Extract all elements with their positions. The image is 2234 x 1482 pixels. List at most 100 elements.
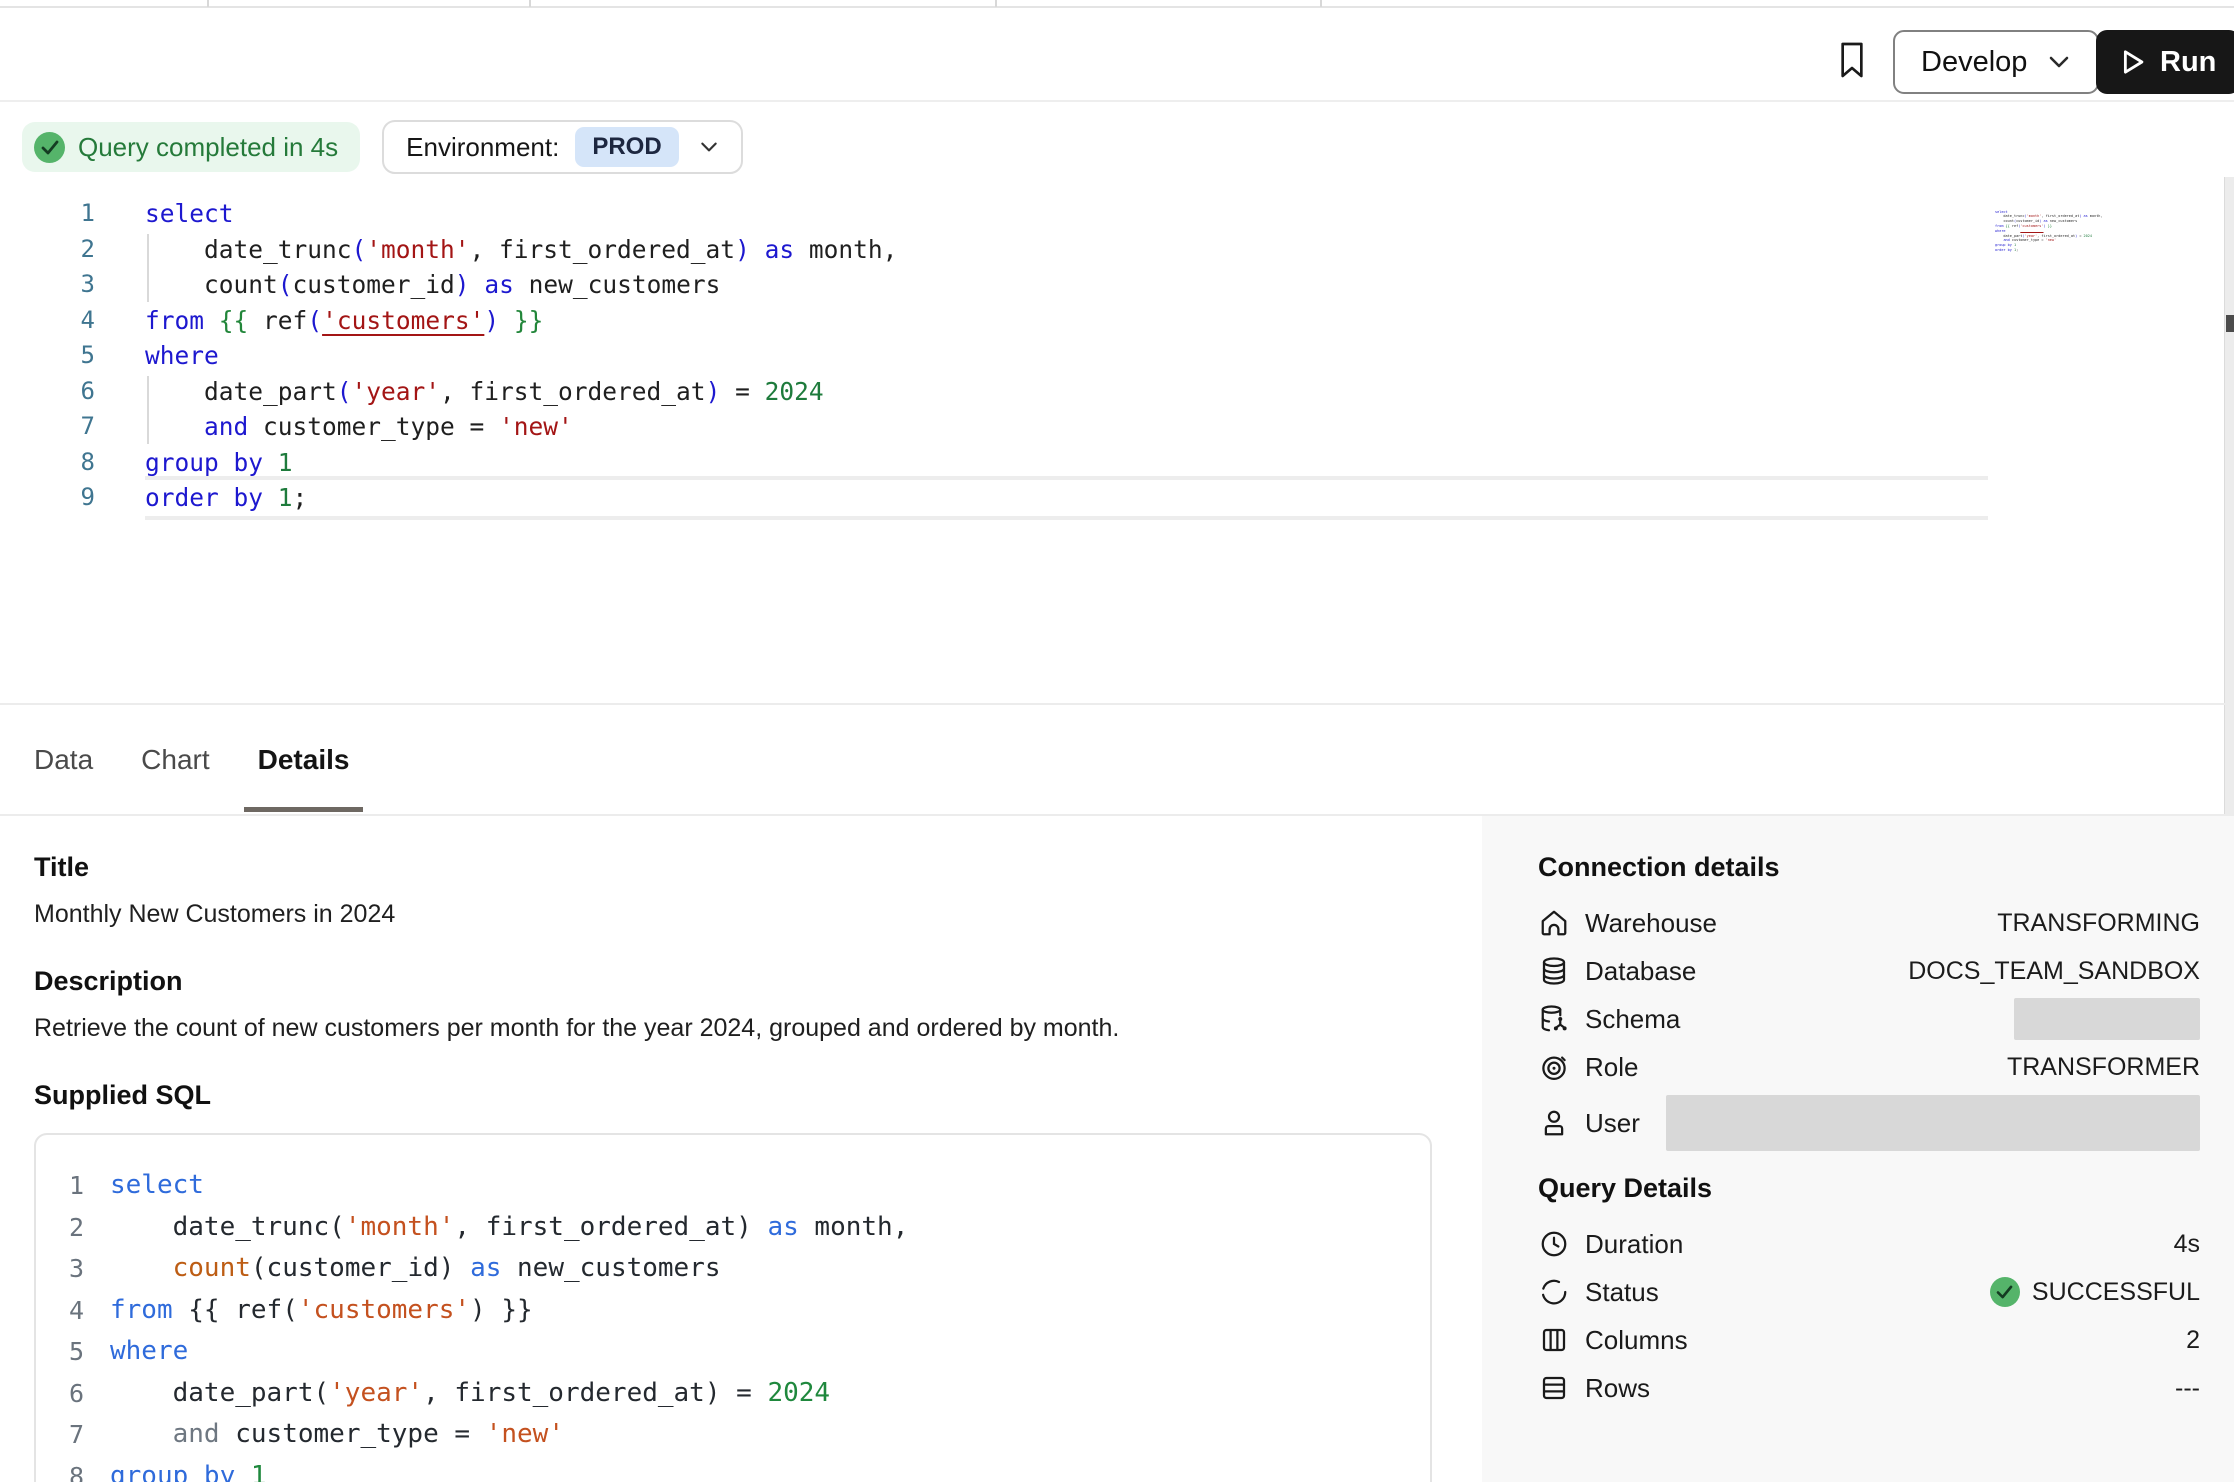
query-details-rows: Duration 4s Status SUCCESSFUL Columns 2 Rows --… — [1538, 1220, 2200, 1412]
environment-label: Environment: — [406, 132, 559, 163]
code-line[interactable]: 1select — [0, 196, 2215, 232]
success-check-icon — [1990, 1277, 2020, 1307]
section-gap — [1538, 1155, 2200, 1173]
warehouse-icon — [1538, 907, 1570, 939]
editor-lines[interactable]: 1select2 date_trunc('month', first_order… — [0, 196, 2215, 516]
tab-details-label: Details — [258, 744, 350, 776]
connection-details-heading: Connection details — [1538, 852, 2200, 883]
code-text: from {{ ref('customers') }} — [145, 303, 1988, 339]
code-line[interactable]: 6 date_part('year', first_ordered_at) = … — [66, 1373, 1430, 1415]
code-line[interactable]: 4 from {{ ref('customers') }} — [66, 1290, 1430, 1332]
check-circle-icon — [34, 132, 65, 163]
header-divider — [0, 100, 2234, 102]
code-line[interactable]: 9 order by 1; — [0, 480, 2215, 516]
query-details-heading: Query Details — [1538, 1173, 2200, 1204]
detail-row-status: Status SUCCESSFUL — [1538, 1268, 2200, 1316]
detail-value: TRANSFORMER — [2007, 1053, 2200, 1082]
user-icon — [1538, 1107, 1570, 1139]
line-number: 9 — [0, 480, 95, 516]
detail-label: Columns — [1585, 1325, 1688, 1356]
description-value: Retrieve the count of new customers per … — [34, 1014, 1482, 1043]
code-line[interactable]: 4 from {{ ref('customers') }} — [0, 303, 2215, 339]
rows-icon — [1538, 1372, 1570, 1404]
connection-details-rows: Warehouse TRANSFORMING Database DOCS_TEAM_S… — [1538, 899, 2200, 1155]
line-number: 4 — [0, 303, 95, 339]
line-number: 8 — [0, 445, 95, 481]
line-number: 3 — [0, 267, 95, 303]
detail-value: 4s — [2174, 1230, 2200, 1259]
detail-value: --- — [2175, 1374, 2200, 1403]
detail-value: 2 — [2186, 1326, 2200, 1355]
environment-value-pill: PROD — [575, 127, 678, 167]
detail-label: Status — [1585, 1277, 1659, 1308]
code-text: count(customer_id) as new_customers — [145, 267, 1988, 303]
detail-label: Warehouse — [1585, 908, 1717, 939]
code-text: order by 1; — [145, 480, 1988, 516]
code-text: count(customer_id) as new_customers — [110, 1248, 721, 1290]
detail-value: TRANSFORMING — [1997, 909, 2200, 938]
tab-chart-label: Chart — [141, 744, 209, 776]
title-heading: Title — [34, 852, 1482, 883]
bookmark-button[interactable] — [1830, 38, 1874, 82]
detail-value: DOCS_TEAM_SANDBOX — [1908, 957, 2200, 986]
indent-guide — [147, 376, 149, 444]
detail-label: Database — [1585, 956, 1696, 987]
detail-row-schema: Schema — [1538, 995, 2200, 1043]
title-value: Monthly New Customers in 2024 — [34, 900, 1482, 929]
tab-details[interactable]: Details — [244, 705, 364, 814]
code-line[interactable]: 3 count(customer_id) as new_customers — [0, 267, 2215, 303]
line-number: 6 — [66, 1373, 84, 1415]
status-icon — [1538, 1276, 1570, 1308]
code-line[interactable]: 6 date_part('year', first_ordered_at) = … — [0, 374, 2215, 410]
code-line[interactable]: 8 group by 1 — [66, 1456, 1430, 1482]
sql-code-editor[interactable]: 1select2 date_trunc('month', first_order… — [0, 196, 2215, 702]
code-line[interactable]: 1select — [66, 1165, 1430, 1207]
app-window: Develop Run Query completed in 4s Enviro… — [0, 0, 2234, 1482]
detail-label: Duration — [1585, 1229, 1683, 1260]
editor-minimap[interactable]: select date_trunc('month', first_ordered… — [1995, 200, 2107, 284]
top-tab-strip — [0, 0, 2234, 8]
line-number: 6 — [0, 374, 95, 410]
scrollbar-thumb[interactable] — [2226, 315, 2234, 332]
chevron-down-icon — [699, 140, 719, 154]
tab-strip-divider — [529, 0, 531, 7]
line-number: 5 — [66, 1331, 84, 1373]
role-icon — [1538, 1051, 1570, 1083]
code-text: from {{ ref('customers') }} — [110, 1290, 533, 1332]
code-text: and customer_type = 'new' — [110, 1414, 564, 1456]
code-line[interactable]: 8group by 1 — [0, 445, 2215, 481]
indent-guide — [147, 234, 149, 302]
code-line[interactable]: 7 and customer_type = 'new' — [0, 409, 2215, 445]
code-text: date_part('year', first_ordered_at) = 20… — [145, 374, 1988, 410]
line-number: 1 — [66, 1165, 84, 1207]
detail-label: User — [1585, 1108, 1640, 1139]
code-text: date_trunc('month', first_ordered_at) as… — [145, 232, 1988, 268]
status-row: Query completed in 4s Environment: PROD — [22, 118, 743, 176]
line-number: 4 — [66, 1290, 84, 1332]
code-line[interactable]: 2 date_trunc('month', first_ordered_at) … — [0, 232, 2215, 268]
detail-row-database: Database DOCS_TEAM_SANDBOX — [1538, 947, 2200, 995]
tab-data[interactable]: Data — [20, 705, 107, 814]
detail-row-warehouse: Warehouse TRANSFORMING — [1538, 899, 2200, 947]
columns-icon — [1538, 1324, 1570, 1356]
code-line[interactable]: 7 and customer_type = 'new' — [66, 1414, 1430, 1456]
code-line[interactable]: 5where — [66, 1331, 1430, 1373]
develop-dropdown-button[interactable]: Develop — [1893, 30, 2099, 94]
line-number: 2 — [0, 232, 95, 268]
code-text: group by 1 — [110, 1456, 267, 1482]
detail-value: SUCCESSFUL — [1990, 1277, 2200, 1307]
code-line[interactable]: 5where — [0, 338, 2215, 374]
detail-label: Rows — [1585, 1373, 1650, 1404]
play-icon — [2120, 48, 2146, 76]
environment-select[interactable]: Environment: PROD — [382, 120, 743, 174]
tab-chart[interactable]: Chart — [127, 705, 223, 814]
run-button[interactable]: Run — [2096, 30, 2234, 94]
description-heading: Description — [34, 966, 1482, 997]
code-text: select — [145, 196, 1988, 232]
code-line[interactable]: 2 date_trunc('month', first_ordered_at) … — [66, 1207, 1430, 1249]
details-right-pane: Connection details Warehouse TRANSFORMING… — [1482, 816, 2234, 1482]
line-number: 8 — [66, 1456, 84, 1482]
code-line[interactable]: 3 count(customer_id) as new_customers — [66, 1248, 1430, 1290]
schema-icon — [1538, 1003, 1570, 1035]
tab-strip-divider — [207, 0, 209, 7]
